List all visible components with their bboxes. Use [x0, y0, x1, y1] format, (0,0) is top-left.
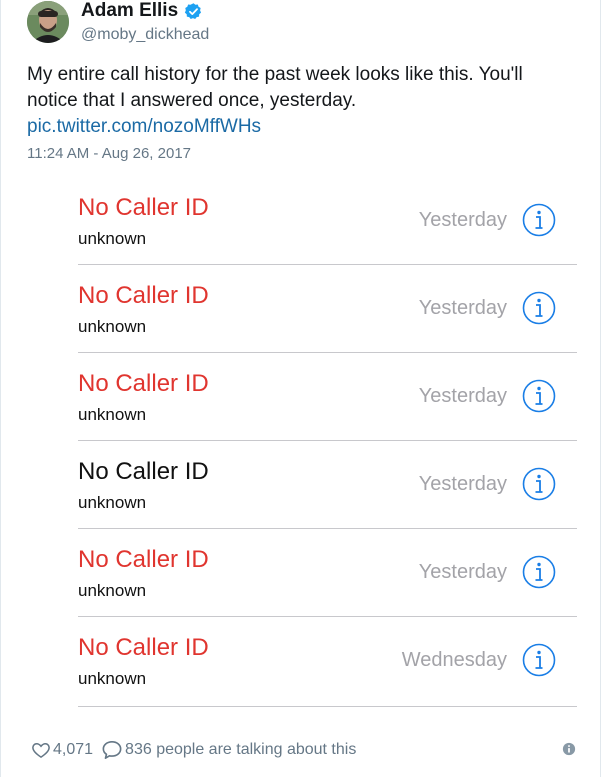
info-circle-icon[interactable] — [522, 379, 556, 413]
caller-subtitle: unknown — [78, 493, 147, 512]
call-row[interactable]: No Caller ID unknown Yesterday — [78, 177, 577, 265]
verified-badge-icon — [185, 2, 202, 19]
heart-icon — [32, 742, 50, 758]
call-date: Yesterday — [418, 561, 507, 583]
call-date: Yesterday — [418, 473, 507, 495]
info-circle-icon[interactable] — [522, 467, 556, 501]
call-date: Yesterday — [418, 209, 507, 231]
call-row[interactable]: No Caller ID unknown Wednesday — [78, 617, 577, 707]
call-date: Yesterday — [418, 385, 507, 407]
avatar-image — [27, 1, 69, 43]
tweet-media-link[interactable]: pic.twitter.com/nozoMffWHs — [27, 114, 567, 140]
caller-name: No Caller ID — [78, 634, 209, 661]
caller-subtitle: unknown — [78, 405, 147, 424]
call-row[interactable]: No Caller ID unknown Yesterday — [78, 529, 577, 617]
tweet-timestamp[interactable]: 11:24 AM - Aug 26, 2017 — [27, 145, 191, 162]
caller-subtitle: unknown — [78, 317, 147, 336]
caller-subtitle: unknown — [78, 229, 147, 248]
talking-count: 836 people are talking about this — [125, 741, 357, 758]
like-count: 4,071 — [53, 741, 94, 758]
info-circle-icon[interactable] — [522, 291, 556, 325]
speech-bubble-icon — [102, 741, 122, 759]
tweet-card: Adam Ellis @moby_dickhead My entire call… — [0, 0, 601, 777]
caller-name: No Caller ID — [78, 282, 209, 309]
caller-name: No Caller ID — [78, 546, 209, 573]
caller-subtitle: unknown — [78, 669, 147, 688]
call-date: Yesterday — [418, 297, 507, 319]
info-circle-icon[interactable] — [522, 555, 556, 589]
info-icon[interactable] — [562, 742, 576, 756]
avatar[interactable] — [27, 1, 69, 43]
call-row[interactable]: No Caller ID unknown Yesterday — [78, 441, 577, 529]
caller-name: No Caller ID — [78, 194, 209, 221]
tweet-text: My entire call history for the past week… — [27, 64, 523, 111]
info-circle-icon[interactable] — [522, 203, 556, 237]
reply-button[interactable]: 836 people are talking about this — [101, 740, 356, 760]
call-date: Wednesday — [401, 649, 507, 671]
tweet-body: My entire call history for the past week… — [27, 62, 567, 140]
name-row: Adam Ellis — [81, 0, 209, 22]
tweet-footer: 4,071 836 people are talking about this — [31, 736, 576, 764]
author-display-name[interactable]: Adam Ellis — [81, 0, 178, 22]
tweet-header: Adam Ellis @moby_dickhead — [27, 0, 209, 48]
author-handle[interactable]: @moby_dickhead — [81, 24, 209, 46]
info-circle-icon[interactable] — [522, 643, 556, 677]
author-names: Adam Ellis @moby_dickhead — [81, 0, 209, 46]
call-row[interactable]: No Caller ID unknown Yesterday — [78, 265, 577, 353]
call-history-list: No Caller ID unknown Yesterday No Caller ID… — [78, 177, 577, 707]
caller-name: No Caller ID — [78, 458, 209, 485]
call-row[interactable]: No Caller ID unknown Yesterday — [78, 353, 577, 441]
like-button[interactable]: 4,071 — [31, 740, 93, 760]
caller-subtitle: unknown — [78, 581, 147, 600]
caller-name: No Caller ID — [78, 370, 209, 397]
